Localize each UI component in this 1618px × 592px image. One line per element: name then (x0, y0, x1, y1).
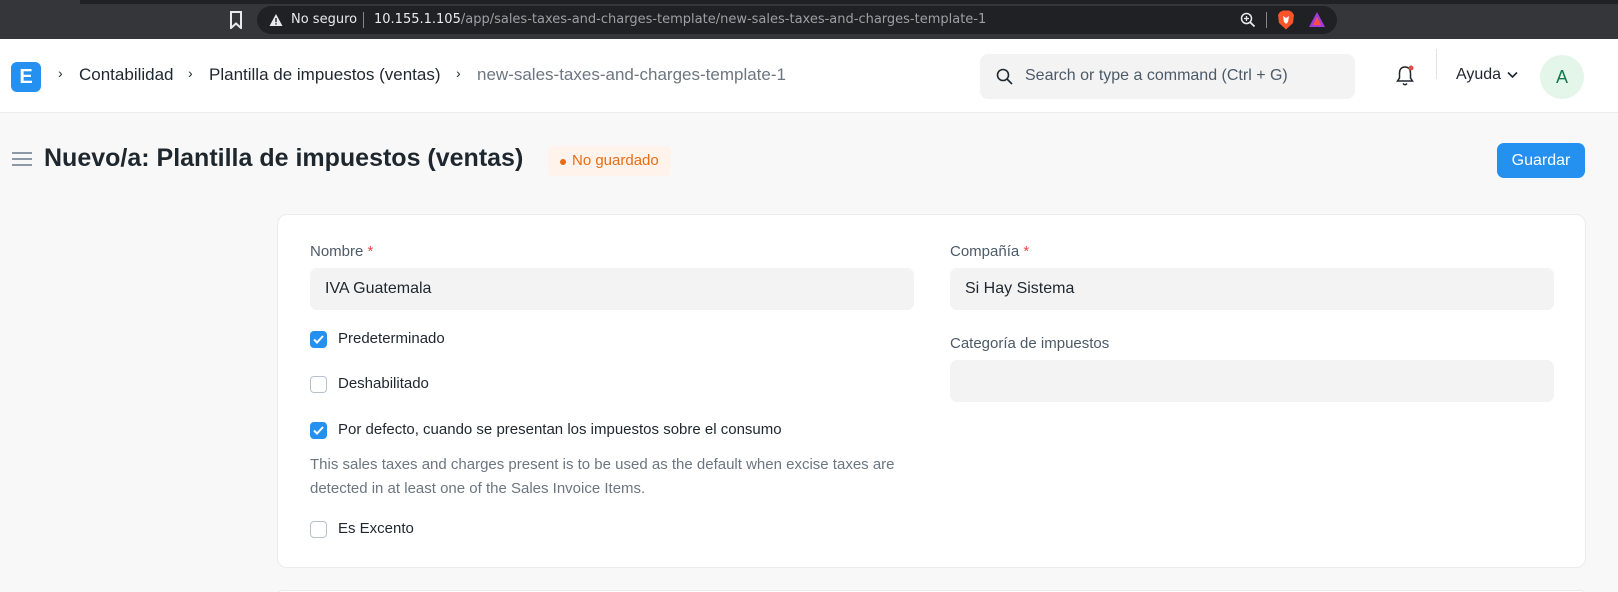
es-excento-label: Es Excento (338, 520, 414, 537)
deshabilitado-checkbox[interactable] (310, 376, 327, 393)
deshabilitado-label: Deshabilitado (338, 375, 429, 392)
excise-default-label: Por defecto, cuando se presentan los imp… (338, 421, 782, 438)
brave-shield-icon[interactable] (1277, 10, 1295, 30)
categoria-label: Categoría de impuestos (950, 335, 1110, 352)
predeterminado-checkbox[interactable] (310, 331, 327, 348)
address-bar[interactable]: No seguro 10.155.1.105/app/sales-taxes-a… (257, 6, 1337, 34)
required-mark: * (1023, 243, 1030, 260)
compania-label: Compañía * (950, 243, 1030, 260)
security-status-label[interactable]: No seguro (291, 12, 357, 27)
check-icon (313, 335, 324, 344)
omnibox-divider (363, 12, 364, 28)
omnibox-divider (1266, 12, 1267, 28)
sidebar-toggle-icon[interactable] (12, 151, 32, 167)
nombre-input[interactable] (310, 268, 914, 310)
save-button[interactable]: Guardar (1497, 143, 1585, 178)
browser-toolbar: No seguro 10.155.1.105/app/sales-taxes-a… (0, 0, 1618, 39)
chevron-right-icon: › (188, 65, 193, 81)
page-title: Nuevo/a: Plantilla de impuestos (ventas) (44, 144, 524, 172)
chevron-right-icon: › (58, 65, 63, 81)
url-text[interactable]: 10.155.1.105/app/sales-taxes-and-charges… (374, 12, 986, 27)
chevron-down-icon[interactable] (1507, 71, 1518, 79)
predeterminado-label: Predeterminado (338, 330, 445, 347)
form-section: Nombre * Compañía * Categoría de impuest… (277, 214, 1586, 568)
app-navbar: E › Contabilidad › Plantilla de impuesto… (0, 39, 1618, 113)
compania-input[interactable] (950, 268, 1554, 310)
tab-strip (80, 0, 1618, 4)
breadcrumb-contabilidad[interactable]: Contabilidad (79, 65, 174, 85)
breadcrumb-current[interactable]: new-sales-taxes-and-charges-template-1 (477, 65, 786, 85)
navbar-divider (1436, 49, 1437, 79)
es-excento-checkbox[interactable] (310, 521, 327, 538)
breadcrumb-plantilla[interactable]: Plantilla de impuestos (ventas) (209, 65, 441, 85)
search-icon (996, 68, 1013, 85)
search-bar[interactable]: Search or type a command (Ctrl + G) (980, 54, 1355, 99)
status-badge: No guardado (548, 146, 671, 176)
required-mark: * (367, 243, 374, 260)
excise-help-text: This sales taxes and charges present is … (310, 456, 895, 497)
chevron-right-icon: › (456, 65, 461, 81)
url-host: 10.155.1.105 (374, 12, 461, 27)
app-logo[interactable]: E (11, 62, 41, 92)
bell-icon[interactable] (1395, 65, 1415, 87)
brave-rewards-icon[interactable] (1308, 11, 1326, 29)
help-dropdown[interactable]: Ayuda (1456, 66, 1501, 84)
categoria-input[interactable] (950, 360, 1554, 402)
nombre-label: Nombre * (310, 243, 374, 260)
warning-icon[interactable] (269, 13, 283, 27)
url-path: /app/sales-taxes-and-charges-template/ne… (460, 12, 987, 27)
avatar[interactable]: A (1540, 55, 1584, 99)
check-icon (313, 426, 324, 435)
search-input[interactable]: Search or type a command (Ctrl + G) (1025, 67, 1288, 85)
zoom-icon[interactable] (1240, 12, 1256, 28)
bookmark-icon[interactable] (229, 11, 243, 29)
excise-default-checkbox[interactable] (310, 422, 327, 439)
